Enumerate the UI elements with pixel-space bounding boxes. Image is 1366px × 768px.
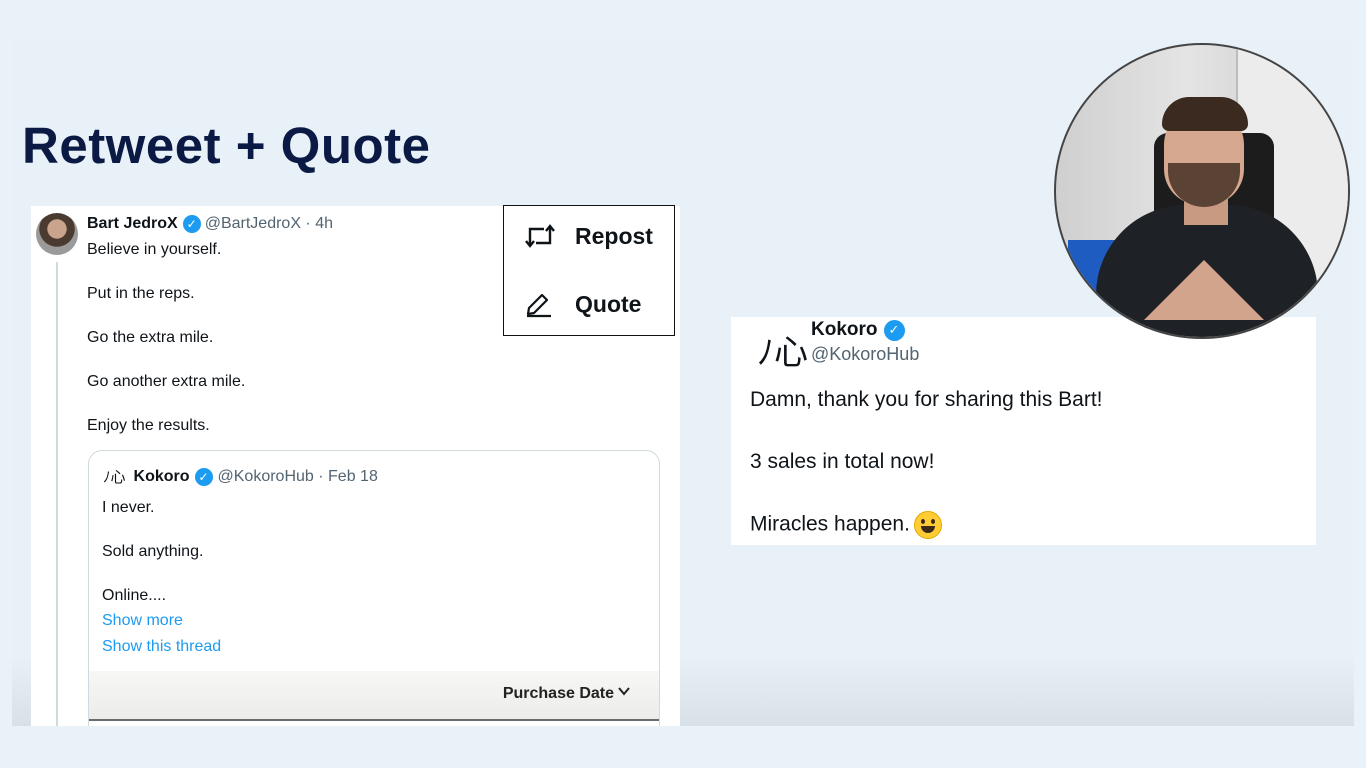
kokoro-logo: ﾉ心 [103,469,126,486]
webcam-person-hair [1162,97,1248,131]
reply-handle[interactable]: @KokoroHub [811,344,919,365]
verified-badge-icon: ✓ [194,467,213,486]
quoted-tweet[interactable]: ﾉ心 Kokoro ✓ @KokoroHub · Feb 18 I never.… [88,450,660,726]
verified-badge-icon: ✓ [182,215,201,233]
purchase-date-dropdown[interactable]: Purchase Date [503,685,614,703]
quoted-line: I never. [102,499,155,516]
quoted-tweet-header: ﾉ心 Kokoro ✓ @KokoroHub · Feb 18 [103,466,378,487]
thread-line [56,262,58,726]
quoted-line: Sold anything. [102,543,204,560]
repost-menu: Repost Quote [503,205,675,336]
quoted-author-name[interactable]: Kokoro [134,468,190,486]
repost-label: Repost [575,222,653,249]
show-thread-link[interactable]: Show this thread [102,634,221,660]
quote-menu-item[interactable]: Quote [524,290,641,318]
repost-icon [524,222,556,250]
author-name[interactable]: Bart JedroX [87,215,178,233]
quoted-tweet-text: I never. Sold anything. Online.... Show … [102,498,221,660]
tweet-line: Enjoy the results. [87,417,210,434]
author-handle-time[interactable]: @BartJedroX · 4h [205,215,333,233]
verified-badge-icon: ✓ [883,319,905,341]
tweet-line: Put in the reps. [87,285,195,302]
reply-line: 3 sales in total now! [750,450,935,473]
kokoro-logo: ﾉ心 [757,333,808,373]
quoted-line: Online.... [102,587,167,604]
tweet-text: Believe in yourself. Put in the reps. Go… [87,240,245,460]
reply-line-last: Miracles happen. [750,511,1103,539]
chevron-down-icon[interactable] [617,684,631,703]
reply-tweet[interactable]: ﾉ心 Kokoro ✓ @KokoroHub Damn, thank you f… [731,317,1316,545]
tweet-line: Go another extra mile. [87,373,246,390]
pencil-icon [524,290,556,318]
slide-title: Retweet + Quote [22,117,431,174]
avatar[interactable] [36,213,78,255]
webcam-overlay [1054,43,1350,339]
tweet-header: Bart JedroX ✓ @BartJedroX · 4h [87,215,333,233]
quote-label: Quote [575,290,642,317]
reply-text: Damn, thank you for sharing this Bart! 3… [750,387,1103,576]
reply-line: Miracles happen. [750,512,910,536]
reply-author: Kokoro ✓ [811,319,905,341]
purchase-date-bar: Purchase Date [89,671,659,721]
reply-line: Damn, thank you for sharing this Bart! [750,388,1103,411]
quoted-handle-date[interactable]: @KokoroHub · Feb 18 [218,468,378,486]
repost-menu-item[interactable]: Repost [524,222,653,250]
show-more-link[interactable]: Show more [102,608,221,634]
grinning-face-emoji-icon [913,511,942,539]
tweet-line: Go the extra mile. [87,329,214,346]
reply-author-name[interactable]: Kokoro [811,319,878,341]
tweet-line: Believe in yourself. [87,241,222,258]
